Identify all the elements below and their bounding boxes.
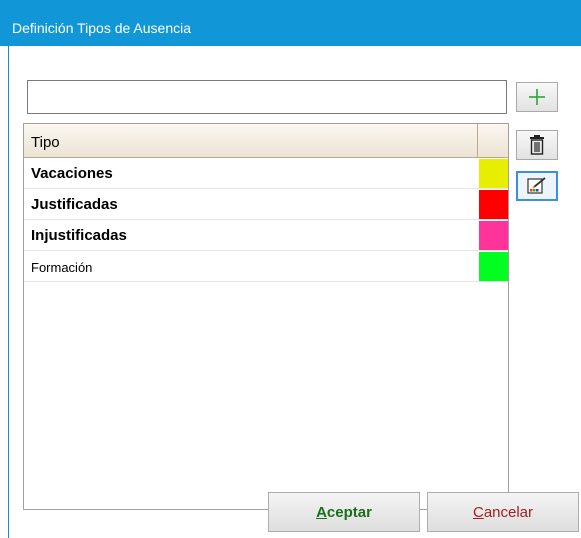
list-item-label: Injustificadas <box>31 227 127 244</box>
column-header-color[interactable] <box>478 124 508 157</box>
add-button[interactable] <box>516 82 558 112</box>
list-item[interactable]: Justificadas <box>24 189 508 220</box>
list-item-label: Formación <box>31 260 93 275</box>
edit-button[interactable] <box>516 171 558 201</box>
color-swatch <box>479 221 508 250</box>
accept-mnemonic: A <box>316 503 327 521</box>
cancel-button[interactable]: Cancelar <box>427 492 579 532</box>
list-item[interactable]: Injustificadas <box>24 220 508 251</box>
color-swatch <box>479 159 508 188</box>
tipo-name-input[interactable] <box>27 80 507 114</box>
trash-icon <box>530 135 544 155</box>
color-swatch <box>479 190 508 219</box>
cancel-label: ancelar <box>483 503 534 521</box>
list-header: Tipo <box>24 124 508 158</box>
list-item[interactable]: Formación <box>24 251 508 282</box>
title-bar[interactable]: Definición Tipos de Ausencia <box>0 0 581 46</box>
list-item-label: Vacaciones <box>31 165 113 182</box>
plus-icon <box>529 89 545 105</box>
window-title: Definición Tipos de Ausencia <box>12 20 191 36</box>
list-item-label: Justificadas <box>31 196 118 213</box>
accept-label: ceptar <box>326 503 372 521</box>
tipos-list[interactable]: Tipo Vacaciones Justificadas Injustificada… <box>23 123 509 510</box>
delete-button[interactable] <box>516 130 558 160</box>
cancel-mnemonic: C <box>472 503 484 521</box>
column-header-tipo[interactable]: Tipo <box>24 124 478 157</box>
accept-button[interactable]: Aceptar <box>268 492 420 532</box>
list-item[interactable]: Vacaciones <box>24 158 508 189</box>
dialog-window: Definición Tipos de Ausencia Tipo Vacaci… <box>0 0 581 538</box>
window-border <box>8 46 9 538</box>
color-swatch <box>479 252 508 281</box>
edit-color-icon <box>527 177 546 194</box>
